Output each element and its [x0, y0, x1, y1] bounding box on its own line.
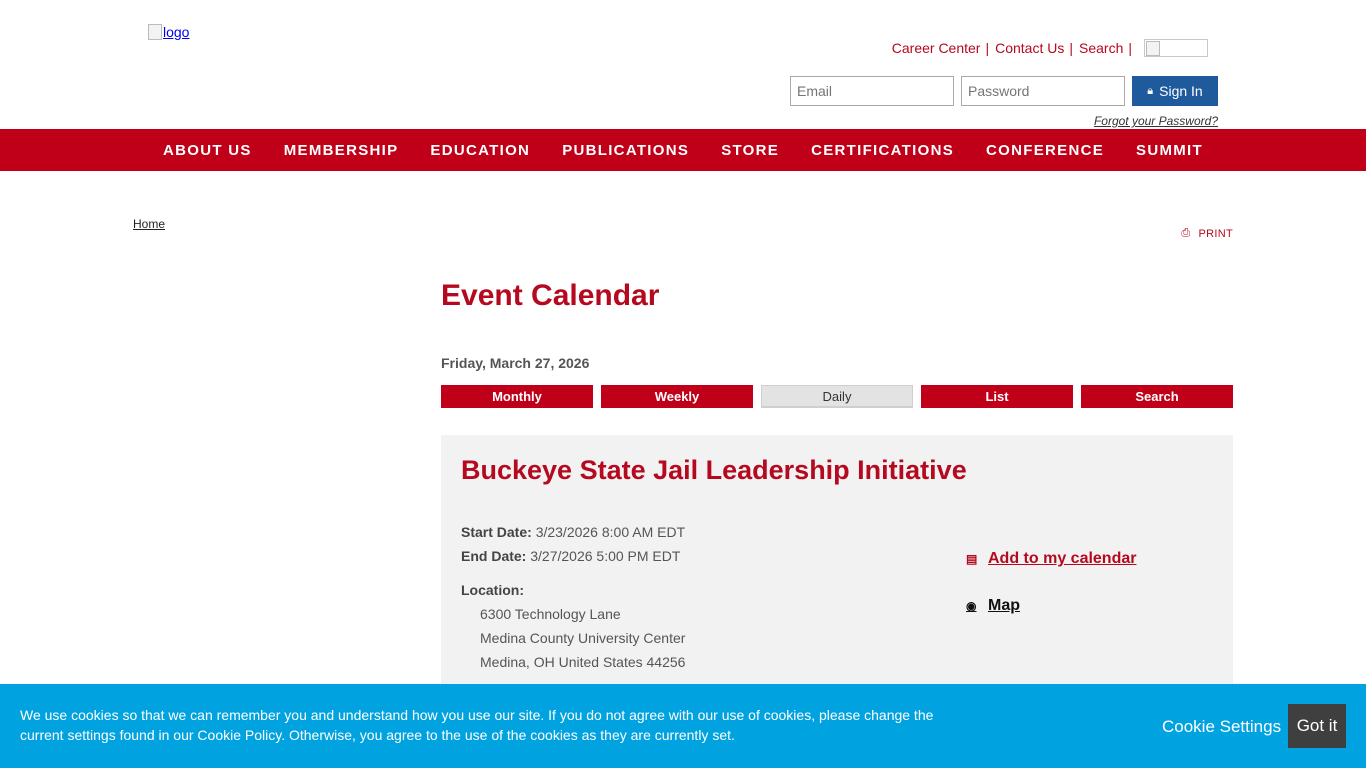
contact-us-link[interactable]: Contact Us — [995, 40, 1064, 56]
nav-item-about-us[interactable]: ABOUT US — [147, 142, 268, 159]
event-actions: ▤ Add to my calendar — [966, 550, 1136, 568]
tab-search[interactable]: Search — [1081, 385, 1233, 408]
forgot-password-link[interactable]: Forgot your Password? — [1094, 114, 1218, 128]
link-separator: | — [1069, 40, 1073, 56]
nav-item-certifications[interactable]: CERTIFICATIONS — [795, 142, 970, 159]
main-navigation: ABOUT US MEMBERSHIP EDUCATION PUBLICATIO… — [0, 129, 1366, 171]
link-separator: | — [1128, 40, 1132, 56]
utility-links: Career Center | Contact Us | Search | — [892, 39, 1208, 57]
map-link[interactable]: ◉ Map — [966, 597, 1020, 615]
start-date-label: Start Date: — [461, 524, 532, 540]
search-link[interactable]: Search — [1079, 40, 1123, 56]
link-separator: | — [985, 40, 990, 56]
map-label: Map — [988, 597, 1020, 614]
calendar-icon: ▤ — [966, 552, 978, 566]
site-header: logo Career Center | Contact Us | Search… — [0, 0, 1366, 129]
career-center-link[interactable]: Career Center — [892, 40, 981, 56]
print-label: PRINT — [1198, 227, 1233, 240]
nav-item-membership[interactable]: MEMBERSHIP — [268, 142, 415, 159]
map-marker-icon: ◉ — [966, 599, 977, 613]
selected-date: Friday, March 27, 2026 — [441, 355, 590, 371]
sign-in-button[interactable]: 🔒︎ Sign In — [1132, 76, 1218, 106]
address-line: Medina, OH United States 44256 — [480, 654, 686, 670]
cookie-settings-button[interactable]: Cookie Settings — [1162, 717, 1281, 737]
address-line: Medina County University Center — [480, 630, 686, 646]
nav-item-education[interactable]: EDUCATION — [414, 142, 546, 159]
map-actions: ◉ Map — [966, 597, 1020, 615]
broken-image-icon — [1146, 41, 1160, 56]
nav-item-publications[interactable]: PUBLICATIONS — [546, 142, 705, 159]
tab-weekly[interactable]: Weekly — [601, 385, 753, 408]
broken-image-icon — [148, 24, 162, 40]
password-field[interactable] — [961, 76, 1125, 106]
event-title[interactable]: Buckeye State Jail Leadership Initiative — [461, 455, 967, 486]
nav-item-summit[interactable]: SUMMIT — [1120, 142, 1219, 159]
event-end: End Date: 3/27/2026 5:00 PM EDT — [461, 548, 680, 564]
add-to-calendar-link[interactable]: ▤ Add to my calendar — [966, 550, 1136, 568]
breadcrumb-home[interactable]: Home — [133, 217, 165, 231]
cookie-message: We use cookies so that we can remember y… — [20, 707, 934, 743]
page-title: Event Calendar — [441, 279, 660, 312]
start-date-value: 3/23/2026 8:00 AM EDT — [535, 524, 686, 540]
calendar-view-tabs: Monthly Weekly Daily List Search — [441, 385, 1233, 408]
tab-monthly[interactable]: Monthly — [441, 385, 593, 408]
end-date-value: 3/27/2026 5:00 PM EDT — [530, 548, 681, 564]
site-logo[interactable]: logo — [148, 24, 189, 40]
cookie-banner: We use cookies so that we can remember y… — [0, 684, 1366, 768]
sign-in-label: Sign In — [1159, 83, 1203, 99]
event-start: Start Date: 3/23/2026 8:00 AM EDT — [461, 524, 685, 540]
nav-item-conference[interactable]: CONFERENCE — [970, 142, 1120, 159]
page-content: Home ⎙ PRINT Event Calendar Friday, Marc… — [0, 171, 1366, 768]
location-label: Location: — [461, 582, 524, 598]
event-location: Location: — [461, 582, 524, 598]
logo-alt-text: logo — [163, 24, 190, 40]
header-image-placeholder[interactable] — [1144, 39, 1208, 57]
lock-icon: 🔒︎ — [1147, 84, 1154, 97]
tab-list[interactable]: List — [921, 385, 1073, 408]
print-button[interactable]: ⎙ PRINT — [1181, 227, 1233, 240]
end-date-label: End Date: — [461, 548, 527, 564]
nav-item-store[interactable]: STORE — [705, 142, 795, 159]
tab-daily[interactable]: Daily — [761, 385, 913, 408]
accept-cookies-button[interactable]: Got it — [1288, 704, 1346, 748]
add-to-calendar-label: Add to my calendar — [988, 550, 1137, 567]
email-field[interactable] — [790, 76, 954, 106]
login-form: 🔒︎ Sign In — [790, 76, 1218, 106]
address-line: 6300 Technology Lane — [480, 606, 621, 622]
printer-icon: ⎙ — [1181, 227, 1191, 239]
